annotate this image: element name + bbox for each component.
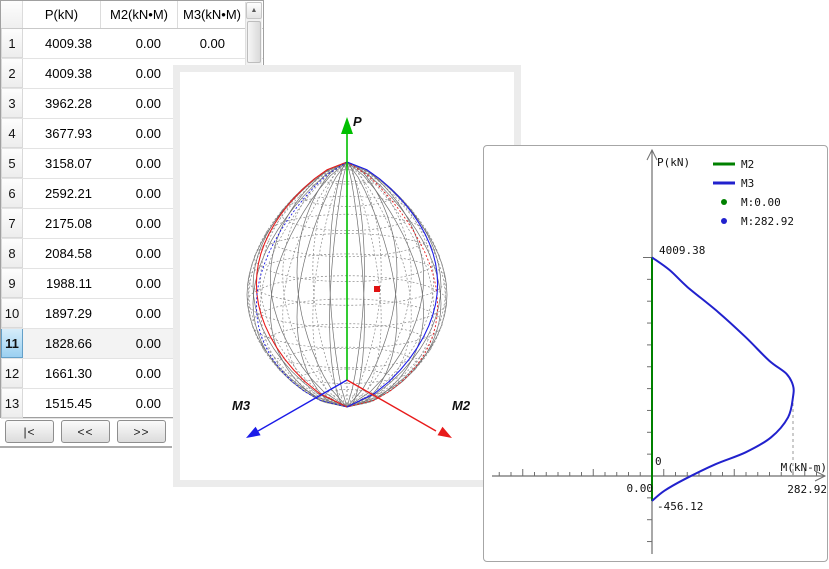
- cell-p[interactable]: 3962.28: [23, 89, 101, 118]
- row-number-cell[interactable]: 9: [1, 269, 23, 298]
- col-header-p[interactable]: P(kN): [23, 1, 101, 28]
- scrollbar-thumb[interactable]: [247, 21, 261, 63]
- cell-p[interactable]: 1988.11: [23, 269, 101, 298]
- cell-p[interactable]: 2084.58: [23, 239, 101, 268]
- row-number-cell[interactable]: 6: [1, 179, 23, 208]
- row-number-cell[interactable]: 5: [1, 149, 23, 178]
- cell-p[interactable]: 4009.38: [23, 59, 101, 88]
- pm-curve-panel: M2 M3 M:0.00 M:282.92 P(kN) M(kN-m) 4009.38…: [483, 145, 828, 562]
- cell-m2[interactable]: 0.00: [101, 89, 178, 118]
- row-number-cell[interactable]: 10: [1, 299, 23, 328]
- row-number-cell[interactable]: 4: [1, 119, 23, 148]
- cell-m2[interactable]: 0.00: [101, 29, 178, 58]
- cell-m2[interactable]: 0.00: [101, 269, 178, 298]
- p-axis-label: P: [353, 114, 362, 129]
- design-point-marker: [374, 286, 380, 292]
- row-number-cell[interactable]: 11: [1, 329, 23, 358]
- prev-page-button[interactable]: <<: [61, 420, 110, 443]
- row-number-cell[interactable]: 12: [1, 359, 23, 388]
- cell-m2[interactable]: 0.00: [101, 239, 178, 268]
- x-axis-title: M(kN-m): [781, 461, 827, 474]
- m2-axis-label: M2: [452, 398, 471, 413]
- table-corner-cell: [1, 1, 23, 28]
- cell-m2[interactable]: 0.00: [101, 119, 178, 148]
- cell-p[interactable]: 1897.29: [23, 299, 101, 328]
- cell-m2[interactable]: 0.00: [101, 359, 178, 388]
- cell-p[interactable]: 2175.08: [23, 209, 101, 238]
- col-header-m2[interactable]: M2(kN•M): [101, 1, 178, 28]
- table-row[interactable]: 14009.380.000.00: [1, 29, 263, 59]
- cell-p[interactable]: 1828.66: [23, 329, 101, 358]
- p-min-label: -456.12: [657, 500, 703, 513]
- cell-m3[interactable]: 0.00: [178, 29, 246, 58]
- cell-p[interactable]: 4009.38: [23, 29, 101, 58]
- cell-m2[interactable]: 0.00: [101, 209, 178, 238]
- pm-curve-chart: M2 M3 M:0.00 M:282.92 P(kN) M(kN-m) 4009.38…: [484, 146, 827, 561]
- cell-m2[interactable]: 0.00: [101, 149, 178, 178]
- pmm-results-window: P(kN) M2(kN•M) M3(kN•M) 14009.380.000.00…: [0, 0, 829, 569]
- svg-text:M:0.00: M:0.00: [741, 196, 781, 209]
- chart-plot-area: [492, 150, 825, 554]
- cell-m2[interactable]: 0.00: [101, 179, 178, 208]
- svg-text:M3: M3: [741, 177, 754, 190]
- row-number-cell[interactable]: 2: [1, 59, 23, 88]
- row-number-cell[interactable]: 13: [1, 389, 23, 418]
- table-pager: |< << >>: [0, 420, 180, 444]
- cell-p[interactable]: 2592.21: [23, 179, 101, 208]
- cell-p[interactable]: 1515.45: [23, 389, 101, 418]
- interaction-surface-panel[interactable]: P M3 M2: [173, 65, 521, 487]
- p-max-label: 4009.38: [659, 244, 705, 257]
- m-max-label: 282.92: [787, 483, 827, 496]
- cell-m2[interactable]: 0.00: [101, 59, 178, 88]
- cell-p[interactable]: 3158.07: [23, 149, 101, 178]
- interaction-surface-3d[interactable]: P M3 M2: [180, 72, 514, 480]
- y-axis-title: P(kN): [657, 156, 690, 169]
- svg-text:M:282.92: M:282.92: [741, 215, 794, 228]
- chart-legend: M2 M3 M:0.00 M:282.92: [713, 158, 794, 228]
- scroll-up-button[interactable]: ▲: [246, 2, 262, 19]
- origin-label: 0: [655, 455, 662, 468]
- row-number-cell[interactable]: 8: [1, 239, 23, 268]
- panel-bottom-edge: [0, 446, 172, 448]
- svg-text:M2: M2: [741, 158, 754, 171]
- row-number-cell[interactable]: 1: [1, 29, 23, 58]
- cell-m2[interactable]: 0.00: [101, 299, 178, 328]
- row-number-cell[interactable]: 3: [1, 89, 23, 118]
- col-header-m3[interactable]: M3(kN•M): [178, 1, 246, 28]
- first-page-button[interactable]: |<: [5, 420, 54, 443]
- cell-m2[interactable]: 0.00: [101, 389, 178, 418]
- cell-p[interactable]: 3677.93: [23, 119, 101, 148]
- m3-axis-label: M3: [232, 398, 251, 413]
- next-page-button[interactable]: >>: [117, 420, 166, 443]
- scroll-up-icon: ▲: [251, 7, 258, 14]
- cell-p[interactable]: 1661.30: [23, 359, 101, 388]
- m-zero-label: 0.00: [627, 482, 654, 495]
- cell-m2[interactable]: 0.00: [101, 329, 178, 358]
- row-number-cell[interactable]: 7: [1, 209, 23, 238]
- table-header-row: P(kN) M2(kN•M) M3(kN•M): [1, 1, 263, 29]
